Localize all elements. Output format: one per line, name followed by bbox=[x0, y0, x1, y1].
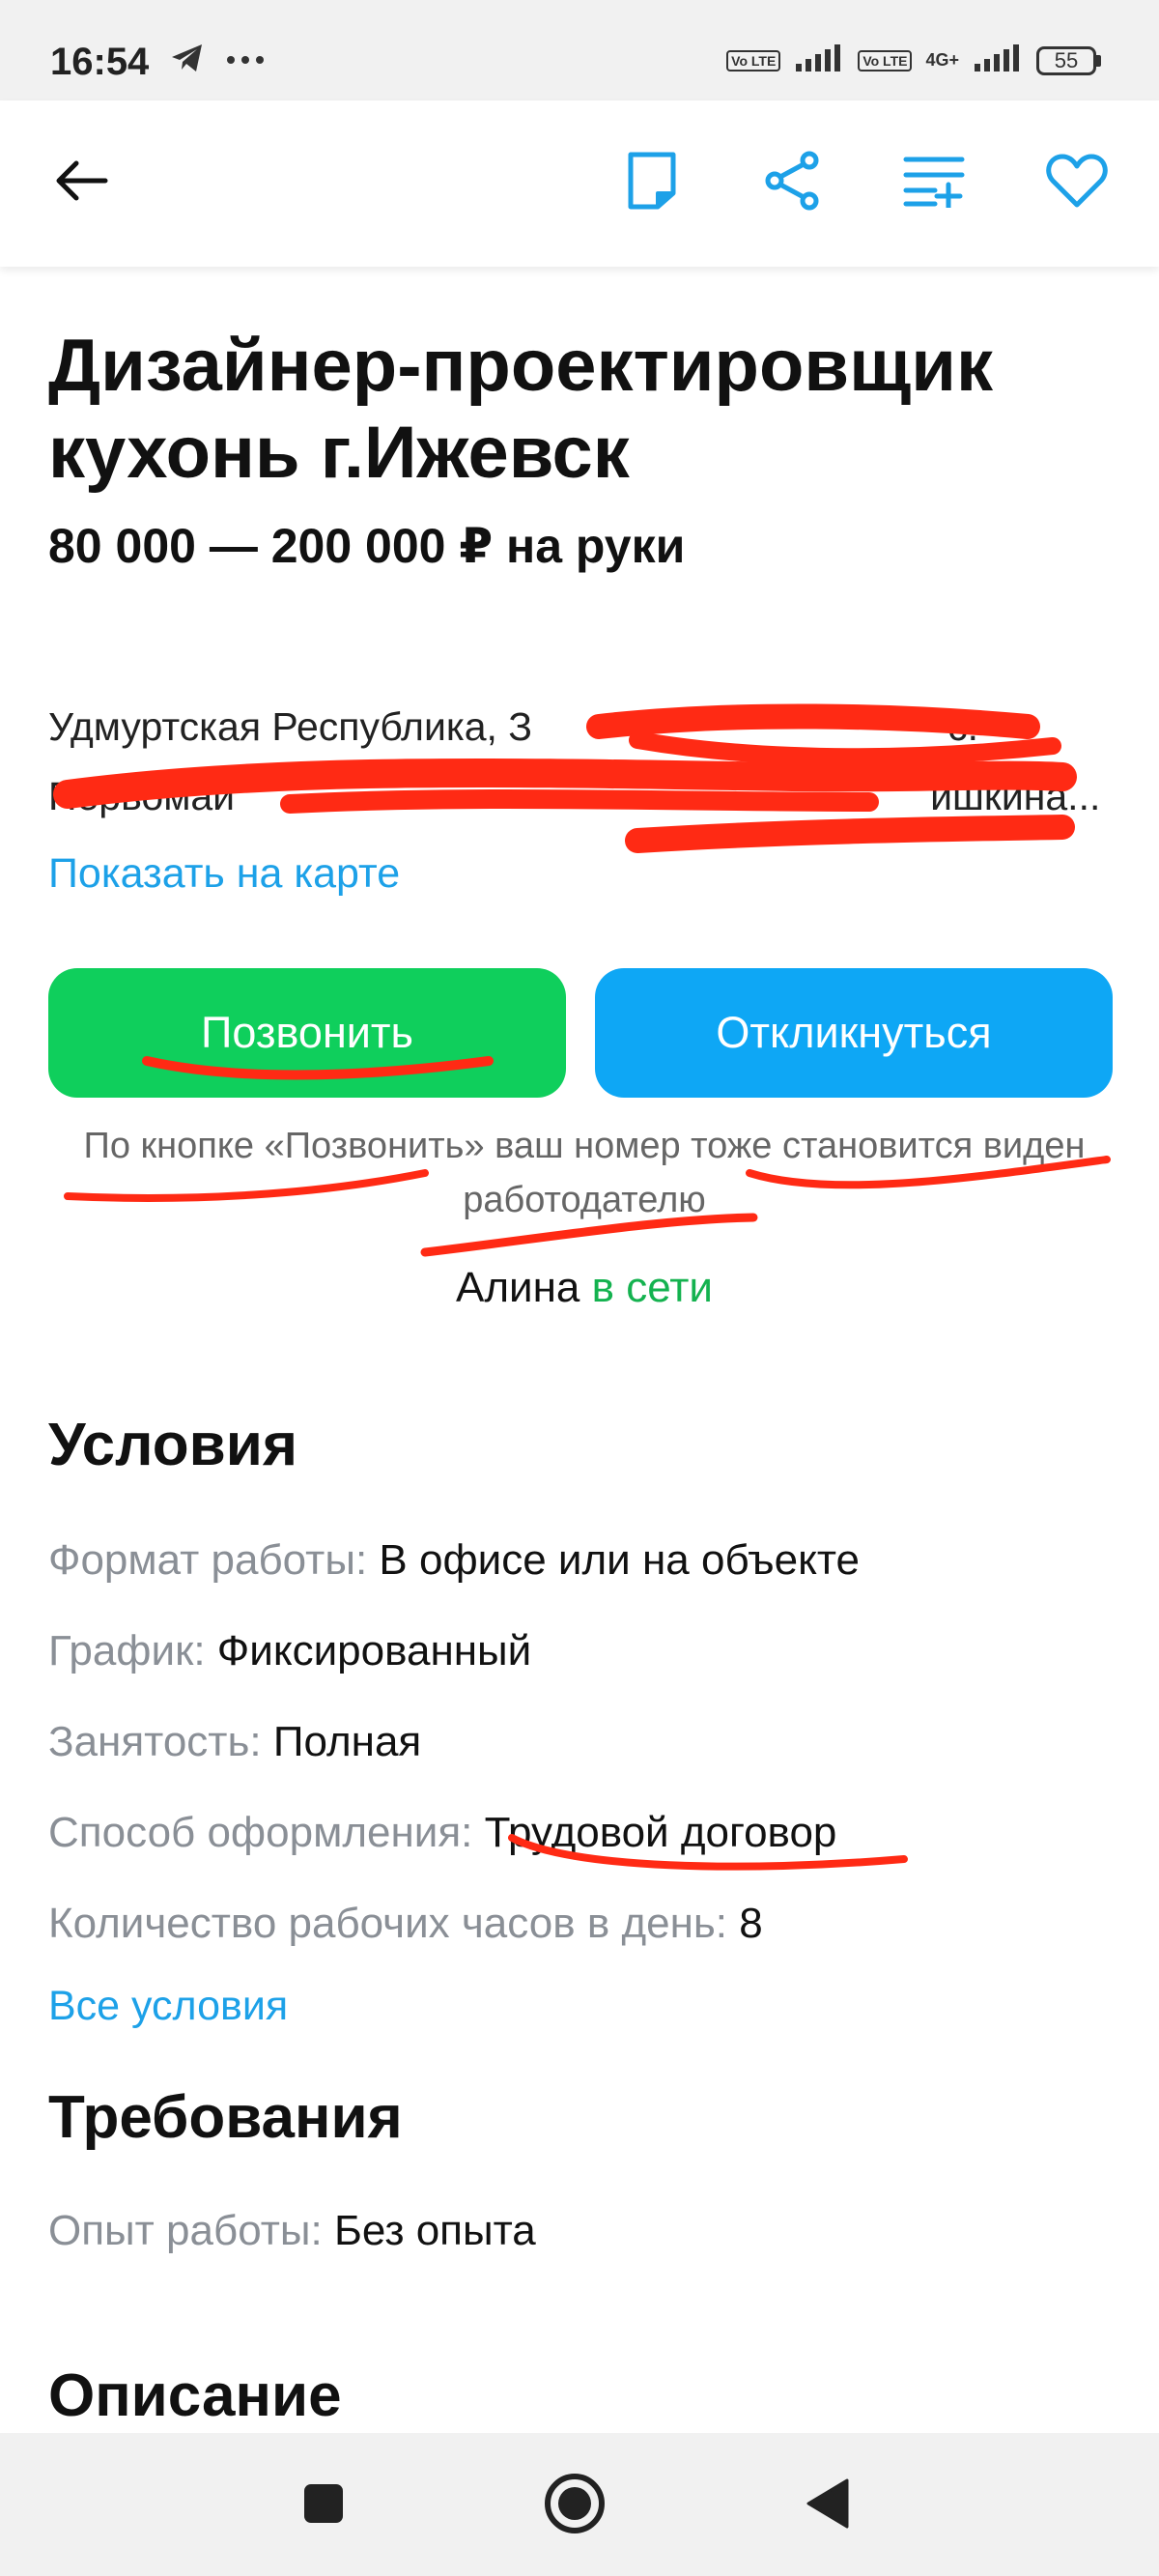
contact-status: в сети bbox=[591, 1264, 713, 1311]
share-button[interactable] bbox=[749, 139, 836, 226]
address-line-2: Первомай bbox=[48, 774, 236, 818]
condition-label: Занятость: bbox=[48, 1718, 262, 1765]
condition-value: Фиксированный bbox=[216, 1627, 532, 1674]
condition-row: Количество рабочих часов в день: 8 bbox=[48, 1900, 763, 1948]
heart-icon bbox=[1046, 153, 1108, 214]
condition-value: 8 bbox=[739, 1900, 763, 1947]
call-note: По кнопке «Позвонить» ваш номер тоже ста… bbox=[83, 1126, 1086, 1220]
address-suffix-1: с. bbox=[947, 704, 978, 749]
vacancy-salary: 80 000 — 200 000 ₽ на руки bbox=[48, 519, 686, 573]
recents-button[interactable] bbox=[280, 2462, 367, 2549]
condition-value: Полная bbox=[272, 1718, 422, 1765]
note-icon bbox=[627, 151, 677, 215]
battery-level: 55 bbox=[1036, 45, 1096, 75]
back-nav-button[interactable] bbox=[784, 2462, 871, 2549]
triangle-back-icon bbox=[805, 2477, 851, 2534]
condition-value: Трудовой договор bbox=[484, 1809, 837, 1856]
condition-row: Занятость: Полная bbox=[48, 1718, 421, 1766]
home-button[interactable] bbox=[531, 2462, 618, 2549]
status-time: 16:54 bbox=[50, 41, 150, 83]
condition-label: Формат работы: bbox=[48, 1536, 368, 1584]
note-button[interactable] bbox=[608, 139, 695, 226]
list-add-button[interactable] bbox=[890, 139, 977, 226]
conditions-heading: Условия bbox=[48, 1412, 297, 1478]
arrow-left-icon bbox=[55, 159, 109, 207]
telegram-icon bbox=[170, 43, 205, 78]
respond-button[interactable]: Откликнуться bbox=[595, 968, 1113, 1098]
battery-icon: 55 bbox=[1036, 45, 1101, 75]
condition-row: Способ оформления: Трудовой договор bbox=[48, 1809, 836, 1857]
vacancy-title: Дизайнер-проектировщик кухонь г.Ижевск bbox=[48, 325, 993, 494]
requirement-value: Без опыта bbox=[333, 2207, 536, 2254]
vacancy-address: Удмуртская Республика, З с. Первомай ишкин… bbox=[48, 692, 1111, 831]
more-dots-icon bbox=[226, 52, 265, 70]
circle-home-icon bbox=[543, 2472, 607, 2540]
network-type: 4G+ bbox=[925, 50, 959, 70]
address-suffix-2: ишкина... bbox=[930, 774, 1101, 818]
square-icon bbox=[301, 2481, 346, 2531]
requirements-heading: Требования bbox=[48, 2084, 403, 2151]
description-heading: Описание bbox=[48, 2362, 342, 2429]
signal-icon bbox=[794, 43, 844, 78]
condition-row: Формат работы: В офисе или на объекте bbox=[48, 1536, 860, 1585]
top-toolbar bbox=[0, 100, 1159, 267]
signal-icon-2 bbox=[973, 43, 1023, 78]
call-button[interactable]: Позвонить bbox=[48, 968, 566, 1098]
volte-badge-2: Vo LTE bbox=[858, 49, 913, 72]
share-icon bbox=[763, 151, 823, 215]
requirement-row: Опыт работы: Без опыта bbox=[48, 2207, 536, 2255]
condition-value: В офисе или на объекте bbox=[379, 1536, 861, 1584]
requirement-label: Опыт работы: bbox=[48, 2207, 323, 2254]
system-nav-bar bbox=[0, 2433, 1159, 2576]
show-on-map-link[interactable]: Показать на карте bbox=[48, 850, 400, 898]
back-button[interactable] bbox=[39, 139, 126, 226]
contact-person: Алина в сети bbox=[48, 1264, 1120, 1312]
condition-label: Способ оформления: bbox=[48, 1809, 473, 1856]
contact-name: Алина bbox=[456, 1264, 580, 1311]
favorite-button[interactable] bbox=[1033, 139, 1120, 226]
status-left-icons bbox=[170, 43, 265, 78]
all-conditions-link[interactable]: Все условия bbox=[48, 1983, 288, 2030]
condition-row: График: Фиксированный bbox=[48, 1627, 531, 1675]
volte-badge-1: Vo LTE bbox=[726, 49, 781, 72]
condition-label: Количество рабочих часов в день: bbox=[48, 1900, 728, 1947]
condition-label: График: bbox=[48, 1627, 206, 1674]
status-right-icons: Vo LTE Vo LTE 4G+ 55 bbox=[726, 43, 1101, 78]
status-bar: 16:54 Vo LTE Vo LTE 4G+ 55 bbox=[0, 0, 1159, 100]
address-line-1: Удмуртская Республика, З bbox=[48, 704, 533, 749]
list-add-icon bbox=[902, 154, 966, 213]
